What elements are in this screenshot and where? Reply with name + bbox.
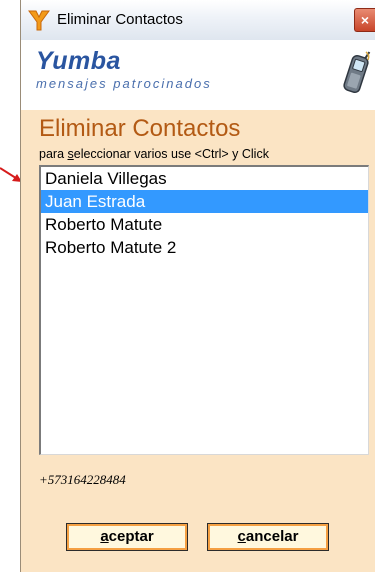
accept-mnemonic: a <box>100 528 109 545</box>
dialog-heading: Eliminar Contactos <box>39 115 241 142</box>
selected-phone-number: +573164228484 <box>39 472 126 487</box>
cancel-mnemonic: c <box>237 528 246 545</box>
accept-button[interactable]: aceptar <box>66 523 188 551</box>
contacts-listbox[interactable]: Daniela Villegas Juan Estrada Roberto Ma… <box>39 165 369 455</box>
cancel-button[interactable]: cancelar <box>207 523 329 551</box>
hint-pre: para <box>39 147 68 161</box>
brand-banner: Yumba mensajes patrocinados <box>21 40 375 110</box>
list-item[interactable]: Juan Estrada <box>41 190 368 213</box>
accept-label-rest: ceptar <box>108 528 154 545</box>
hint-post: eleccionar varios use <Ctrl> y Click <box>73 147 269 161</box>
list-item[interactable]: Roberto Matute <box>41 213 368 236</box>
cancel-label-rest: ancelar <box>245 528 299 545</box>
yumba-logo-icon <box>28 10 50 31</box>
brand-tagline: mensajes patrocinados <box>36 76 212 91</box>
close-button[interactable]: × <box>354 8 375 32</box>
window-title: Eliminar Contactos <box>57 11 183 28</box>
list-item[interactable]: Roberto Matute 2 <box>41 236 368 259</box>
list-item[interactable]: Daniela Villegas <box>41 167 368 190</box>
brand-name: Yumba <box>36 47 121 75</box>
title-bar[interactable]: Eliminar Contactos × <box>21 0 375 41</box>
mobile-phone-icon <box>343 51 371 94</box>
dialog-window: Eliminar Contactos × Yumba mensajes patr… <box>20 0 375 572</box>
selection-hint: para seleccionar varios use <Ctrl> y Cli… <box>39 147 269 161</box>
